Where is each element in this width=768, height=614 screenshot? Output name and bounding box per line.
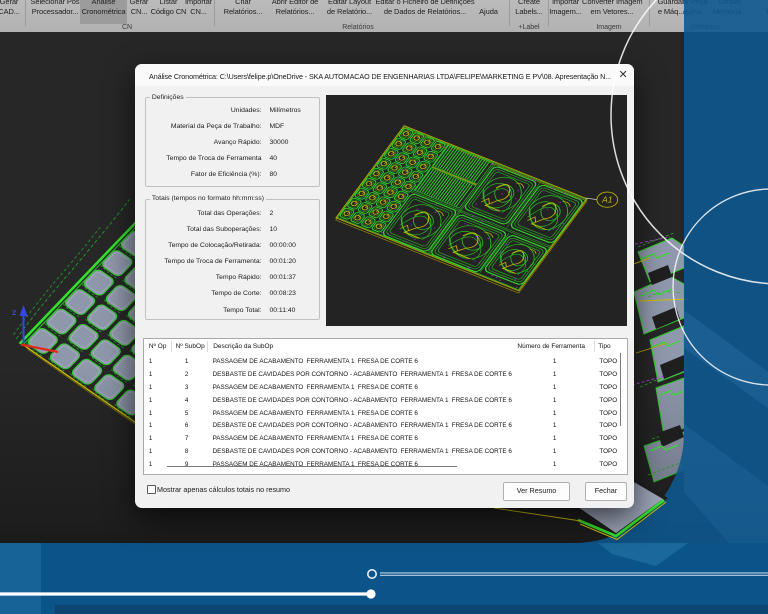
svg-text:z: z [12,307,16,317]
svg-text:A1: A1 [601,195,613,205]
